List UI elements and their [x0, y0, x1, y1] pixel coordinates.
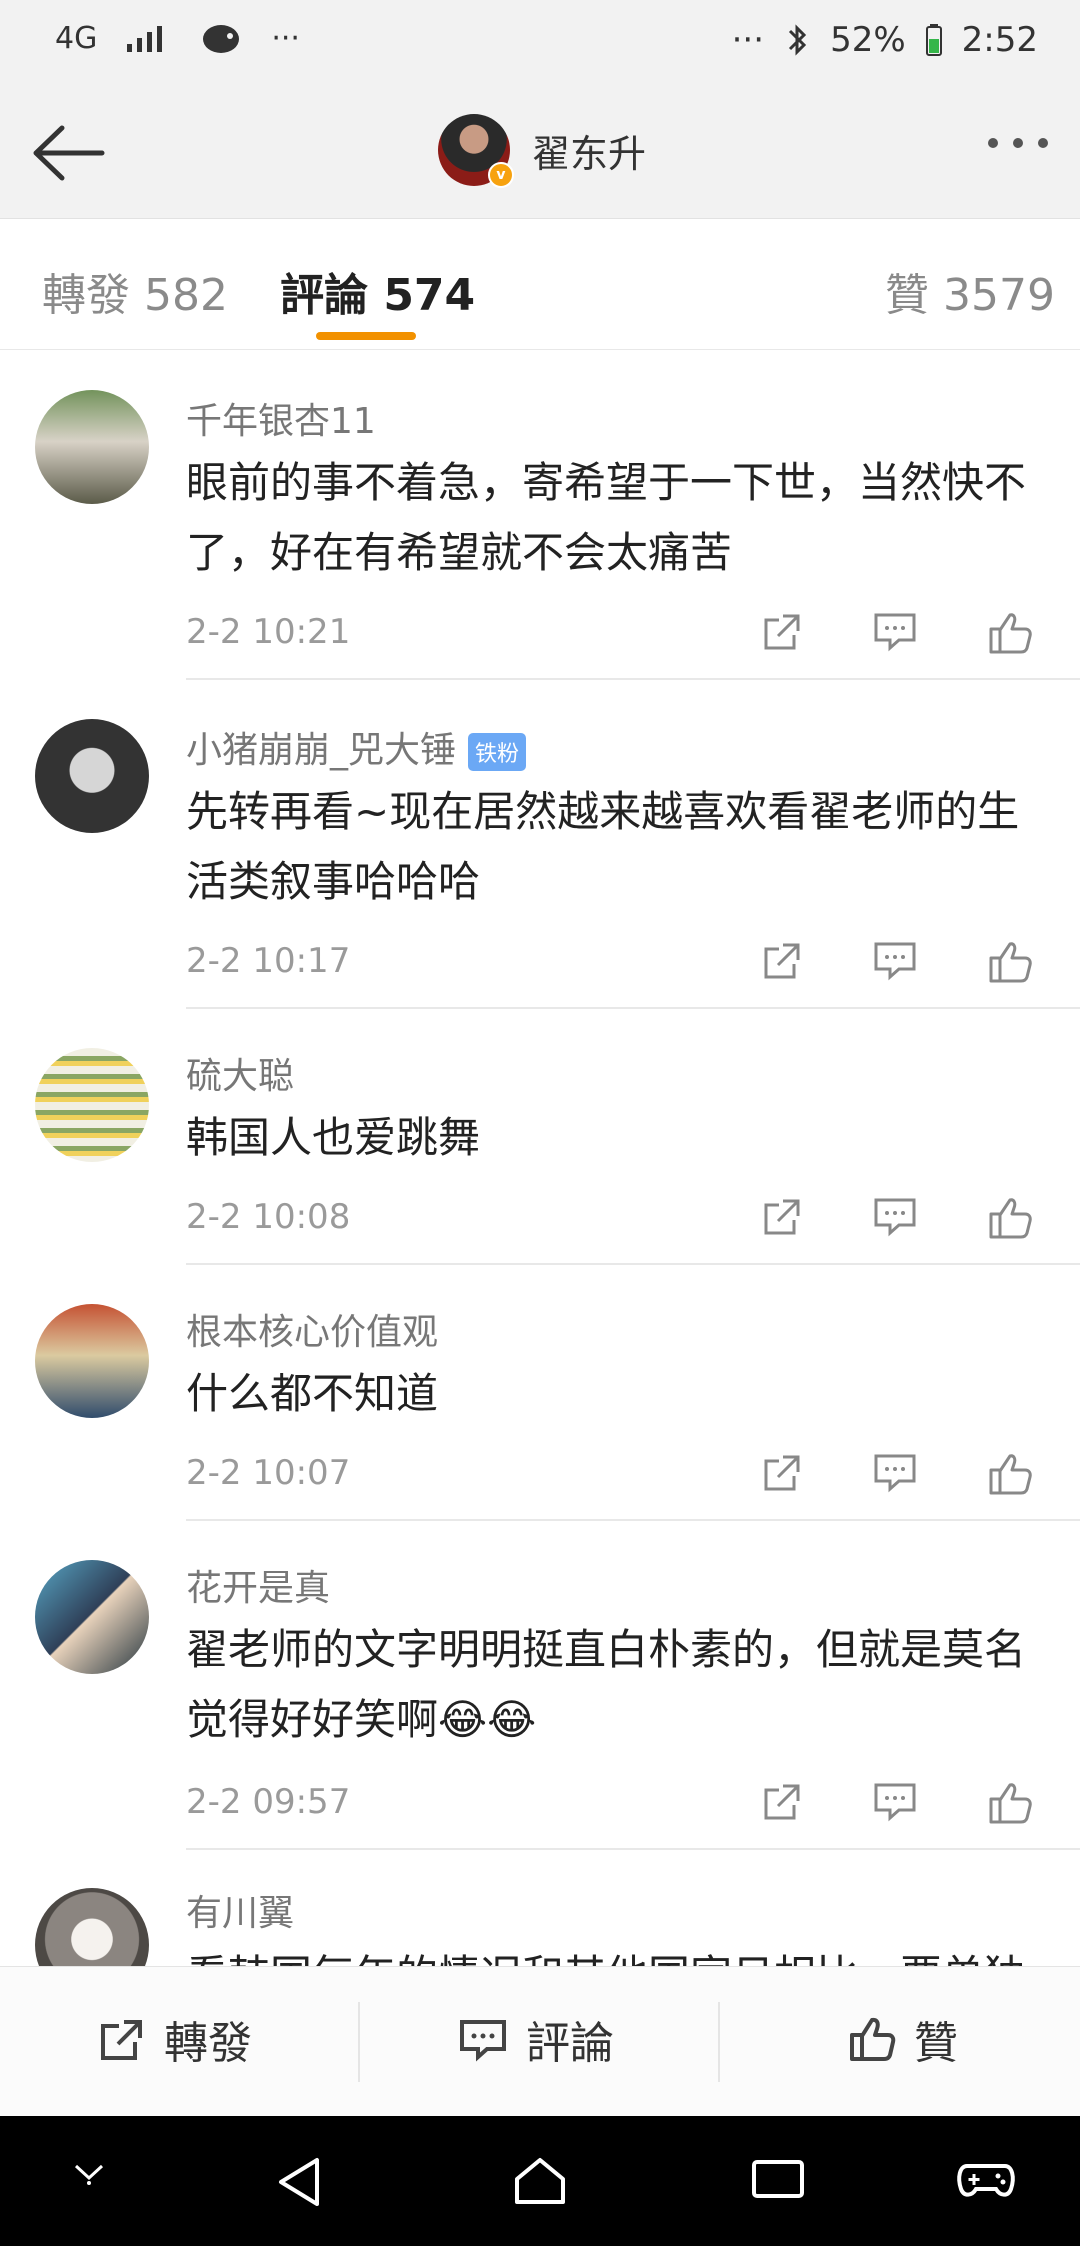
comment-list: 千年银杏11 眼前的事不着急，寄希望于一下世，当然快不了，好在有希望就不会太痛苦…: [0, 350, 1080, 1966]
divider: [358, 2002, 360, 2082]
comment-time: 2-2 10:08: [186, 1197, 351, 1237]
comment-time: 2-2 09:57: [186, 1782, 351, 1822]
comment-icon[interactable]: [872, 1780, 918, 1822]
comment-icon[interactable]: [872, 610, 918, 652]
clock-time: 2:52: [961, 20, 1038, 60]
comment-icon[interactable]: [872, 939, 918, 981]
page-title: 翟东升: [532, 131, 647, 176]
comment-item: 小猪崩崩_兕大锤 铁粉 先转再看~现在居然越来越喜欢看翟老师的生活类叙事哈哈哈 2…: [0, 680, 1080, 1009]
comment-author[interactable]: 根本核心价值观: [186, 1303, 438, 1355]
comment-time: 2-2 10:17: [186, 941, 351, 981]
comment-item: 根本核心价值观 什么都不知道 2-2 10:07: [0, 1265, 1080, 1521]
tabs: 轉發 582 評論 574 贊 3579: [0, 219, 1080, 350]
like-icon[interactable]: [985, 610, 1033, 656]
comment-actions: [760, 1780, 1040, 1840]
avatar[interactable]: [35, 1560, 149, 1674]
repost-button[interactable]: 轉發: [98, 2007, 252, 2071]
comment-icon[interactable]: [872, 1195, 918, 1237]
comment-actions: [760, 1451, 1040, 1511]
status-dots-right: ···: [731, 20, 765, 60]
share-icon[interactable]: [760, 1451, 804, 1495]
comment-time: 2-2 10:21: [186, 612, 351, 652]
share-icon[interactable]: [760, 939, 804, 983]
avatar[interactable]: [35, 719, 149, 833]
game-controller-icon[interactable]: [955, 2154, 1017, 2204]
status-dots-left: ···: [271, 20, 300, 56]
share-icon[interactable]: [760, 1195, 804, 1239]
home-icon[interactable]: [509, 2154, 571, 2208]
bird-icon: [203, 25, 240, 53]
battery-icon: [925, 24, 942, 56]
tab-like[interactable]: 贊 3579: [885, 259, 1055, 323]
comment-item: 有川翼 看韩国每年的情况和其他国家日相比，要单独: [0, 1850, 1080, 1966]
comment-button[interactable]: 評論: [458, 2007, 614, 2071]
comment-text: 先转再看~现在居然越来越喜欢看翟老师的生活类叙事哈哈哈: [186, 787, 1020, 906]
share-icon[interactable]: [760, 1780, 804, 1824]
comment-icon[interactable]: [872, 1451, 918, 1493]
comment-actions: [760, 939, 1040, 999]
avatar[interactable]: v: [438, 114, 514, 188]
avatar[interactable]: [35, 1048, 149, 1162]
comment-item: 硫大聪 韩国人也爱跳舞 2-2 10:08: [0, 1009, 1080, 1265]
like-icon[interactable]: [985, 1780, 1033, 1826]
like-icon[interactable]: [985, 1195, 1033, 1241]
comment-item: 千年银杏11 眼前的事不着急，寄希望于一下世，当然快不了，好在有希望就不会太痛苦…: [0, 350, 1080, 680]
repost-label: 轉發: [164, 2018, 252, 2069]
battery-percent: 52%: [830, 20, 906, 60]
fan-badge: 铁粉: [468, 733, 527, 771]
comment-icon: [460, 2020, 506, 2062]
comment-text: 韩国人也爱跳舞: [186, 1113, 481, 1162]
system-navigation-bar: [0, 2116, 1080, 2246]
comment-text: 翟老师的文字明明挺直白朴素的，但就是莫名觉得好好笑啊😂😂: [186, 1625, 1027, 1744]
comment-author[interactable]: 硫大聪: [186, 1047, 294, 1099]
like-button[interactable]: 贊: [846, 2007, 958, 2071]
profile-header[interactable]: v 翟东升: [438, 114, 647, 188]
like-icon: [850, 2017, 896, 2061]
verified-icon: v: [488, 162, 514, 188]
network-indicator: 4G: [55, 20, 98, 56]
comment-author[interactable]: 小猪崩崩_兕大锤 铁粉: [186, 721, 527, 773]
comment-item: 花开是真 翟老师的文字明明挺直白朴素的，但就是莫名觉得好好笑啊😂😂 2-2 09…: [0, 1521, 1080, 1850]
comment-actions: [760, 1195, 1040, 1255]
comment-text: 什么都不知道: [186, 1369, 439, 1418]
bluetooth-icon: [789, 24, 807, 56]
avatar[interactable]: [35, 1888, 149, 1966]
comment-author[interactable]: 花开是真: [186, 1559, 330, 1611]
tab-comment[interactable]: 評論 574: [280, 259, 475, 323]
divider: [718, 2002, 720, 2082]
recent-apps-icon[interactable]: [748, 2154, 808, 2204]
comment-text: 看韩国每年的情况和其他国家日相比，要单独: [186, 1941, 1046, 1966]
active-tab-indicator: [316, 332, 416, 340]
back-triangle-icon[interactable]: [275, 2154, 325, 2210]
share-icon[interactable]: [760, 610, 804, 654]
comment-text: 眼前的事不着急，寄希望于一下世，当然快不了，好在有希望就不会太痛苦: [186, 458, 1027, 577]
chevron-down-icon[interactable]: [68, 2154, 110, 2188]
like-label: 贊: [914, 2018, 958, 2069]
more-options-icon[interactable]: [988, 138, 1048, 148]
top-navigation: v 翟东升: [0, 90, 1080, 219]
back-arrow-icon[interactable]: [28, 120, 108, 186]
like-icon[interactable]: [985, 1451, 1033, 1497]
status-bar: 4G ··· ··· 52% 2:52: [0, 0, 1080, 90]
avatar[interactable]: [35, 1304, 149, 1418]
tab-repost[interactable]: 轉發 582: [42, 259, 228, 323]
comment-author[interactable]: 有川翼: [186, 1884, 294, 1936]
comment-actions: [760, 610, 1040, 670]
repost-icon: [101, 2020, 142, 2060]
signal-icon: [127, 26, 163, 52]
comment-author[interactable]: 千年银杏11: [186, 392, 376, 444]
comment-label: 評論: [526, 2018, 614, 2069]
like-icon[interactable]: [985, 939, 1033, 985]
comment-time: 2-2 10:07: [186, 1453, 351, 1493]
bottom-action-bar: 轉發 評論 贊: [0, 1966, 1080, 2117]
avatar[interactable]: [35, 390, 149, 504]
